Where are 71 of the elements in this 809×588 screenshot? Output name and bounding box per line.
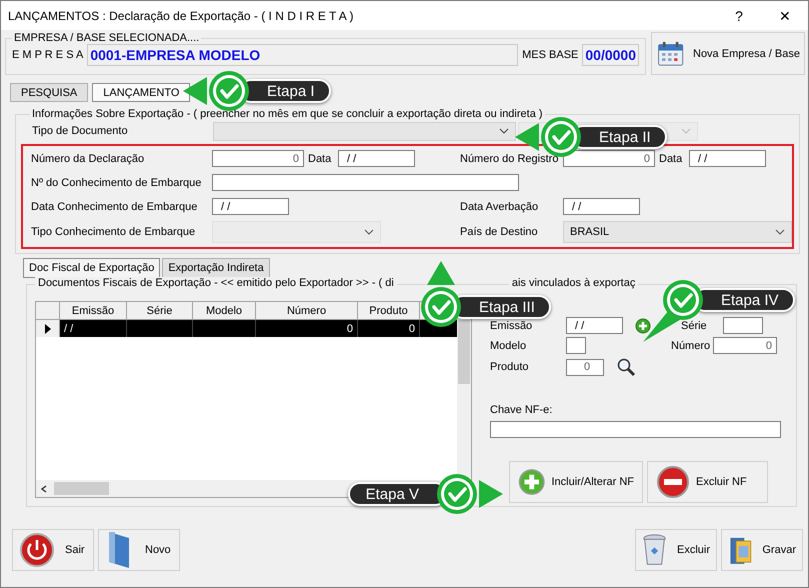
input-field[interactable]: 0 — [212, 150, 304, 167]
add-button[interactable]: Incluir/Alterar NF — [509, 461, 643, 503]
exit-button[interactable]: Sair — [12, 529, 94, 571]
field-label: Data Averbação — [460, 200, 540, 212]
tab[interactable]: Exportação Indireta — [162, 258, 270, 278]
field-label: Tipo Conhecimento de Embarque — [31, 226, 196, 238]
dropdown[interactable]: BRASIL — [563, 221, 792, 243]
group-title: Documentos Fiscais de Exportação - << emitido pelo Exportador >> - ( di — [35, 277, 397, 289]
input-field[interactable]: / / — [212, 198, 289, 215]
window-title: LANÇAMENTOS : Declaração de Exportação - ( I N D I R E T A ) — [7, 8, 354, 22]
field-label: Produto — [490, 361, 530, 373]
scroll-thumb[interactable] — [458, 320, 470, 384]
search-icon[interactable] — [616, 357, 636, 377]
scroll-left-icon[interactable] — [40, 484, 48, 492]
new-button[interactable]: Novo — [98, 529, 180, 571]
input-field[interactable] — [723, 317, 763, 334]
field-label: Tipo de Documento — [32, 125, 129, 137]
input-field[interactable]: 0 — [563, 150, 655, 167]
table-cell: / / — [60, 320, 127, 337]
column-header: Modelo — [193, 302, 256, 319]
scroll-thumb[interactable] — [54, 482, 109, 495]
table-row[interactable]: / / 0 0 — [36, 320, 457, 337]
input-field[interactable]: / / — [689, 150, 766, 167]
column-header: Produto — [358, 302, 420, 319]
field-label: Emissão — [490, 320, 534, 332]
row-pointer-icon — [44, 324, 52, 334]
group-title: Informações Sobre Exportação - ( preencher no mês em que se concluir a exportação direta ou indireta ) — [31, 108, 544, 120]
field-label: País de Destino — [460, 226, 539, 238]
input-field[interactable]: 0 — [566, 358, 604, 376]
table-cell: 0 — [358, 320, 420, 337]
save-button[interactable]: Gravar — [721, 529, 803, 571]
new-company-button[interactable]: Nova Empresa / Base — [651, 32, 805, 75]
field-label: Número — [671, 340, 712, 352]
company-label: E M P R E S A — [12, 49, 84, 61]
column-header: Emissão — [60, 302, 127, 319]
field-label: Chave NF-e: — [490, 404, 554, 416]
chevron-down-icon — [499, 128, 509, 134]
tab[interactable]: LANÇAMENTO — [92, 83, 190, 102]
tab[interactable]: Doc Fiscal de Exportação — [23, 258, 160, 278]
column-header: Série — [127, 302, 193, 319]
input-field[interactable]: / / — [566, 317, 623, 334]
field-label: Data — [658, 152, 684, 164]
add-icon[interactable] — [635, 318, 651, 334]
company-field: 0001-EMPRESA MODELO — [87, 44, 518, 66]
input-field[interactable]: / / — [338, 150, 415, 167]
month-field: 00/0000 — [582, 44, 639, 66]
field-label: Número da Declaração — [31, 152, 146, 164]
field-label: Número do Registro — [460, 152, 560, 164]
field-label: Modelo — [490, 340, 528, 352]
month-label: MES BASE — [522, 49, 578, 61]
chevron-down-icon — [775, 229, 785, 235]
field-label: Data Conhecimento de Embarque — [31, 200, 198, 212]
group-title: ais vinculados à exportaç — [508, 277, 638, 289]
tab[interactable]: PESQUISA — [10, 83, 88, 102]
input-field[interactable] — [490, 421, 781, 438]
input-field[interactable] — [566, 337, 586, 354]
power-icon — [19, 532, 55, 568]
input-field[interactable]: 0 — [713, 337, 777, 354]
input-field[interactable] — [212, 174, 519, 191]
remove-button[interactable]: Excluir NF — [647, 461, 768, 503]
input-field[interactable]: / / — [563, 198, 640, 215]
field-label: Nº do Conhecimento de Embarque — [31, 176, 202, 188]
column-header: Número — [256, 302, 358, 319]
delete-button[interactable]: Excluir — [635, 529, 717, 571]
minus-icon — [656, 465, 690, 499]
chevron-down-icon — [364, 229, 374, 235]
field-label: Data — [307, 152, 332, 164]
group-title: EMPRESA / BASE SELECIONADA.... — [13, 32, 200, 44]
field-label: Série — [681, 320, 708, 332]
chevron-down-icon — [681, 128, 691, 134]
table-cell: 0 — [256, 320, 358, 337]
